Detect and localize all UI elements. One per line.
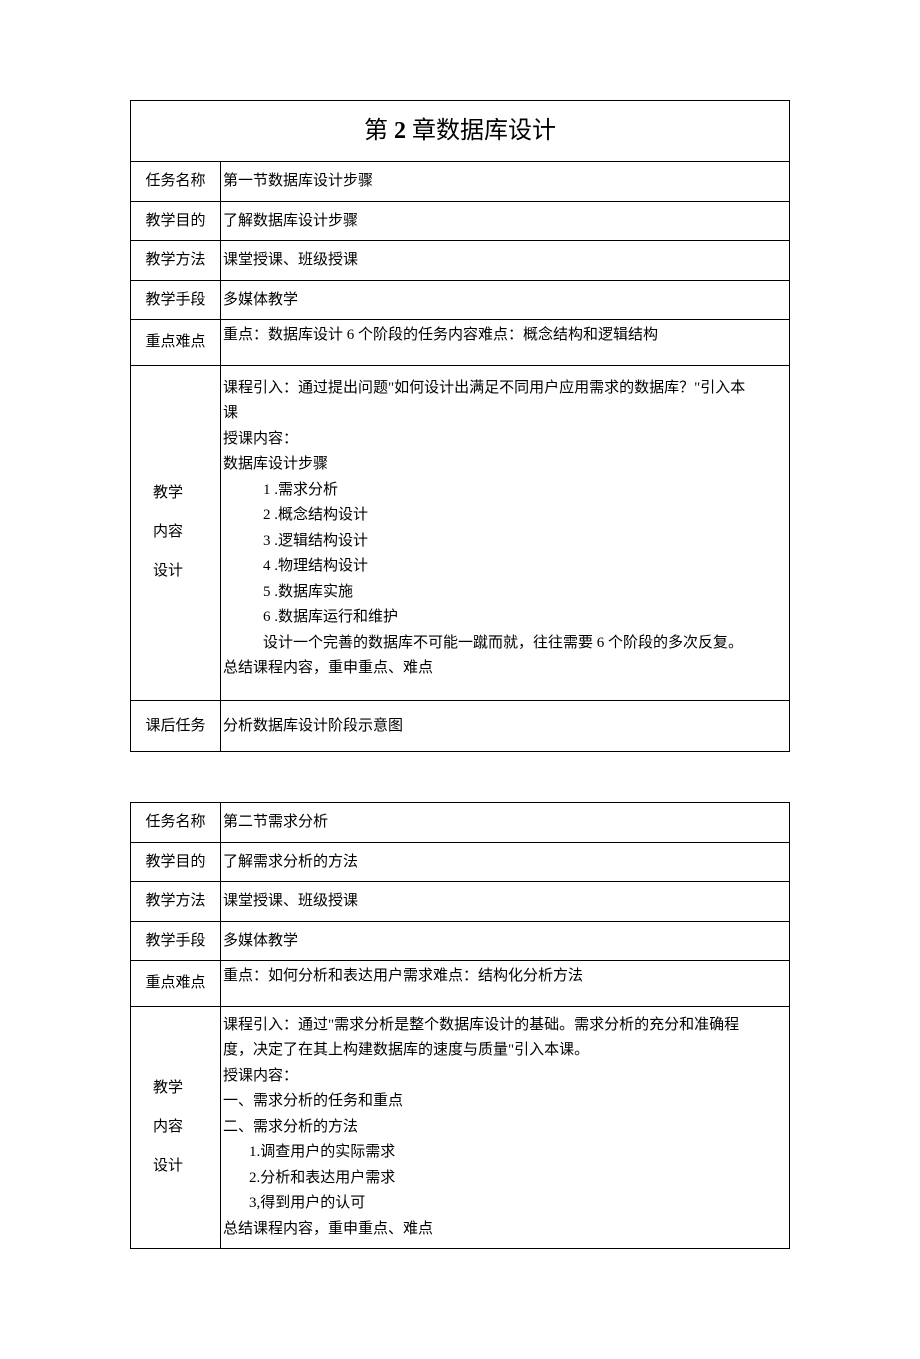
- summary-line: 总结课程内容，重申重点、难点: [223, 656, 785, 682]
- design-label: 教学 内容 设计: [131, 365, 221, 700]
- design-label-3: 设计: [153, 552, 216, 591]
- design-label-2: 内容: [153, 513, 216, 552]
- method-2: 2.分析和表达用户需求: [223, 1166, 785, 1192]
- method-3: 3,得到用户的认可: [223, 1191, 785, 1217]
- method-label: 教学方法: [131, 241, 221, 281]
- lesson-plan-table-1: 第 2 章数据库设计 任务名称 第一节数据库设计步骤 教学目的 了解数据库设计步…: [130, 100, 790, 752]
- objective-label: 教学目的: [131, 201, 221, 241]
- step-6: 6 .数据库运行和维护: [223, 605, 785, 631]
- content-heading: 授课内容：: [223, 427, 785, 453]
- means-value: 多媒体教学: [221, 921, 790, 961]
- chapter-title: 第 2 章数据库设计: [131, 101, 790, 162]
- step-4: 4 .物理结构设计: [223, 554, 785, 580]
- step-2: 2 .概念结构设计: [223, 503, 785, 529]
- means-label: 教学手段: [131, 921, 221, 961]
- after-task-value: 分析数据库设计阶段示意图: [221, 700, 790, 752]
- method-value: 课堂授课、班级授课: [221, 882, 790, 922]
- design-label-3: 设计: [153, 1147, 216, 1186]
- title-suffix: 章数据库设计: [412, 118, 556, 144]
- steps-heading: 数据库设计步骤: [223, 452, 785, 478]
- design-note: 设计一个完善的数据库不可能一蹴而就，往往需要 6 个阶段的多次反复。: [223, 631, 785, 657]
- task-name-label: 任务名称: [131, 803, 221, 843]
- objective-value: 了解数据库设计步骤: [221, 201, 790, 241]
- lesson-plan-table-2: 任务名称 第二节需求分析 教学目的 了解需求分析的方法 教学方法 课堂授课、班级…: [130, 802, 790, 1249]
- task-name-value: 第二节需求分析: [221, 803, 790, 843]
- task-name-label: 任务名称: [131, 162, 221, 202]
- intro-line-1: 课程引入：通过"需求分析是整个数据库设计的基础。需求分析的充分和准确程: [223, 1013, 785, 1039]
- difficulty-label: 重点难点: [131, 320, 221, 366]
- design-label-1: 教学: [153, 1069, 216, 1108]
- design-label-2: 内容: [153, 1108, 216, 1147]
- difficulty-value: 重点：数据库设计 6 个阶段的任务内容难点：概念结构和逻辑结构: [221, 320, 790, 366]
- section-2: 二、需求分析的方法: [223, 1115, 785, 1141]
- method-1: 1.调查用户的实际需求: [223, 1140, 785, 1166]
- intro-line-2: 课: [223, 401, 785, 427]
- step-3: 3 .逻辑结构设计: [223, 529, 785, 555]
- means-label: 教学手段: [131, 280, 221, 320]
- summary-line: 总结课程内容，重申重点、难点: [223, 1217, 785, 1243]
- step-5: 5 .数据库实施: [223, 580, 785, 606]
- task-name-value: 第一节数据库设计步骤: [221, 162, 790, 202]
- section-1: 一、需求分析的任务和重点: [223, 1089, 785, 1115]
- design-content: 课程引入：通过提出问题"如何设计出满足不同用户应用需求的数据库？"引入本 课 授…: [221, 365, 790, 700]
- title-number: 2: [394, 118, 406, 144]
- method-value: 课堂授课、班级授课: [221, 241, 790, 281]
- design-content: 课程引入：通过"需求分析是整个数据库设计的基础。需求分析的充分和准确程 度，决定…: [221, 1006, 790, 1249]
- design-label: 教学 内容 设计: [131, 1006, 221, 1249]
- objective-label: 教学目的: [131, 842, 221, 882]
- means-value: 多媒体教学: [221, 280, 790, 320]
- step-1: 1 .需求分析: [223, 478, 785, 504]
- after-task-label: 课后任务: [131, 700, 221, 752]
- method-label: 教学方法: [131, 882, 221, 922]
- title-prefix: 第: [364, 118, 388, 144]
- intro-line-2: 度，决定了在其上构建数据库的速度与质量"引入本课。: [223, 1038, 785, 1064]
- objective-value: 了解需求分析的方法: [221, 842, 790, 882]
- difficulty-value: 重点：如何分析和表达用户需求难点：结构化分析方法: [221, 961, 790, 1007]
- content-heading: 授课内容：: [223, 1064, 785, 1090]
- design-label-1: 教学: [153, 474, 216, 513]
- intro-line-1: 课程引入：通过提出问题"如何设计出满足不同用户应用需求的数据库？"引入本: [223, 376, 785, 402]
- difficulty-label: 重点难点: [131, 961, 221, 1007]
